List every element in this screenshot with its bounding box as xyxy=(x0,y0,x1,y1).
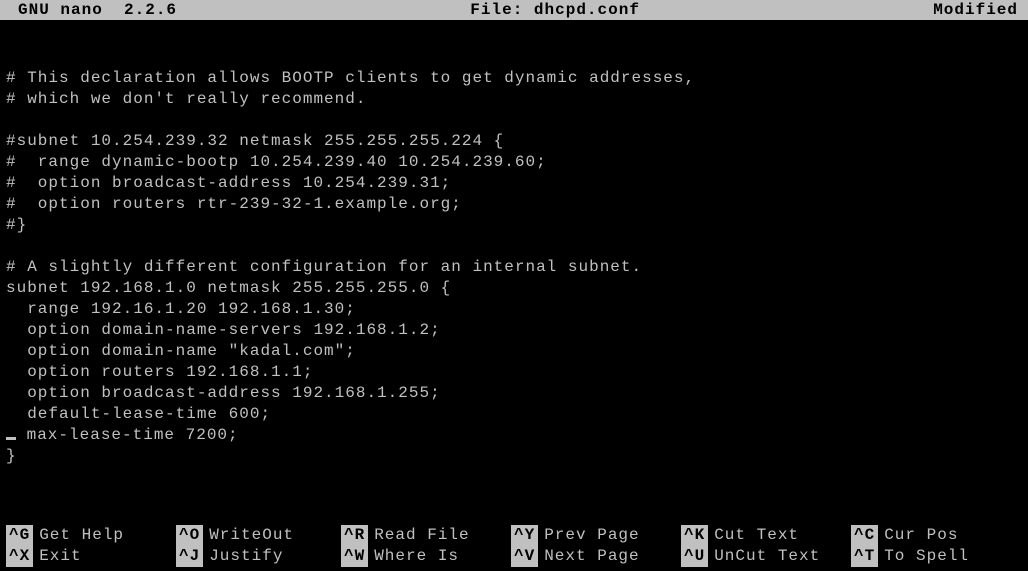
shortcut-next-page[interactable]: ^VNext Page xyxy=(511,546,681,567)
shortcut-key: ^O xyxy=(176,525,203,546)
app-name: GNU nano xyxy=(18,1,103,19)
editor-line: range 192.16.1.20 192.168.1.30; xyxy=(6,300,356,318)
modified-status: Modified xyxy=(933,0,1028,20)
shortcut-cut-text[interactable]: ^KCut Text xyxy=(681,525,851,546)
shortcut-label: To Spell xyxy=(878,546,988,567)
shortcut-key: ^C xyxy=(851,525,878,546)
title-bar: GNU nano 2.2.6 File: dhcpd.conf Modified xyxy=(0,0,1028,20)
editor-area[interactable]: # This declaration allows BOOTP clients … xyxy=(0,20,1028,467)
shortcut-key: ^J xyxy=(176,546,203,567)
file-indicator: File: dhcpd.conf xyxy=(177,0,933,20)
shortcut-label: Where Is xyxy=(368,546,478,567)
file-name: dhcpd.conf xyxy=(534,1,640,19)
shortcut-to-spell[interactable]: ^TTo Spell xyxy=(851,546,1001,567)
shortcut-label: Prev Page xyxy=(538,525,648,546)
editor-line: default-lease-time 600; xyxy=(6,405,271,423)
shortcut-label: Read File xyxy=(368,525,478,546)
editor-line: option routers 192.168.1.1; xyxy=(6,363,313,381)
editor-line: } xyxy=(6,447,17,465)
editor-line: subnet 192.168.1.0 netmask 255.255.255.0… xyxy=(6,279,451,297)
shortcut-key: ^W xyxy=(341,546,368,567)
shortcut-key: ^T xyxy=(851,546,878,567)
app-version-number: 2.2.6 xyxy=(124,1,177,19)
editor-line: # option routers rtr-239-32-1.example.or… xyxy=(6,195,462,213)
shortcut-uncut-text[interactable]: ^UUnCut Text xyxy=(681,546,851,567)
editor-line: option domain-name "kadal.com"; xyxy=(6,342,356,360)
editor-line: # This declaration allows BOOTP clients … xyxy=(6,69,695,87)
shortcut-prev-page[interactable]: ^YPrev Page xyxy=(511,525,681,546)
editor-line: option broadcast-address 192.168.1.255; xyxy=(6,384,441,402)
shortcut-label: UnCut Text xyxy=(708,546,826,567)
shortcut-key: ^G xyxy=(6,525,33,546)
editor-line: option domain-name-servers 192.168.1.2; xyxy=(6,321,441,339)
shortcut-get-help[interactable]: ^GGet Help xyxy=(6,525,176,546)
editor-line: # A slightly different configuration for… xyxy=(6,258,642,276)
shortcut-read-file[interactable]: ^RRead File xyxy=(341,525,511,546)
editor-line: # which we don't really recommend. xyxy=(6,90,366,108)
shortcut-label: Next Page xyxy=(538,546,648,567)
shortcut-where-is[interactable]: ^WWhere Is xyxy=(341,546,511,567)
shortcut-label: Exit xyxy=(33,546,143,567)
shortcut-key: ^Y xyxy=(511,525,538,546)
editor-line: #subnet 10.254.239.32 netmask 255.255.25… xyxy=(6,132,504,150)
editor-line: # option broadcast-address 10.254.239.31… xyxy=(6,174,451,192)
shortcut-writeout[interactable]: ^OWriteOut xyxy=(176,525,341,546)
shortcut-bar: ^GGet Help ^OWriteOut ^RRead File ^YPrev… xyxy=(0,525,1028,567)
shortcut-label: Justify xyxy=(203,546,313,567)
shortcut-key: ^X xyxy=(6,546,33,567)
app-version: GNU nano 2.2.6 xyxy=(0,0,177,20)
shortcut-justify[interactable]: ^JJustify xyxy=(176,546,341,567)
shortcut-key: ^V xyxy=(511,546,538,567)
shortcut-label: Cur Pos xyxy=(878,525,988,546)
shortcut-row-1: ^GGet Help ^OWriteOut ^RRead File ^YPrev… xyxy=(6,525,1022,546)
shortcut-label: WriteOut xyxy=(203,525,313,546)
editor-line: # range dynamic-bootp 10.254.239.40 10.2… xyxy=(6,153,547,171)
shortcut-row-2: ^XExit ^JJustify ^WWhere Is ^VNext Page … xyxy=(6,546,1022,567)
shortcut-cur-pos[interactable]: ^CCur Pos xyxy=(851,525,1001,546)
shortcut-exit[interactable]: ^XExit xyxy=(6,546,176,567)
file-label: File: xyxy=(470,1,523,19)
text-cursor xyxy=(6,437,16,440)
shortcut-label: Cut Text xyxy=(708,525,818,546)
shortcut-key: ^K xyxy=(681,525,708,546)
shortcut-key: ^U xyxy=(681,546,708,567)
editor-line-cursor: max-lease-time 7200; xyxy=(16,426,239,444)
shortcut-key: ^R xyxy=(341,525,368,546)
editor-line: #} xyxy=(6,216,27,234)
shortcut-label: Get Help xyxy=(33,525,143,546)
